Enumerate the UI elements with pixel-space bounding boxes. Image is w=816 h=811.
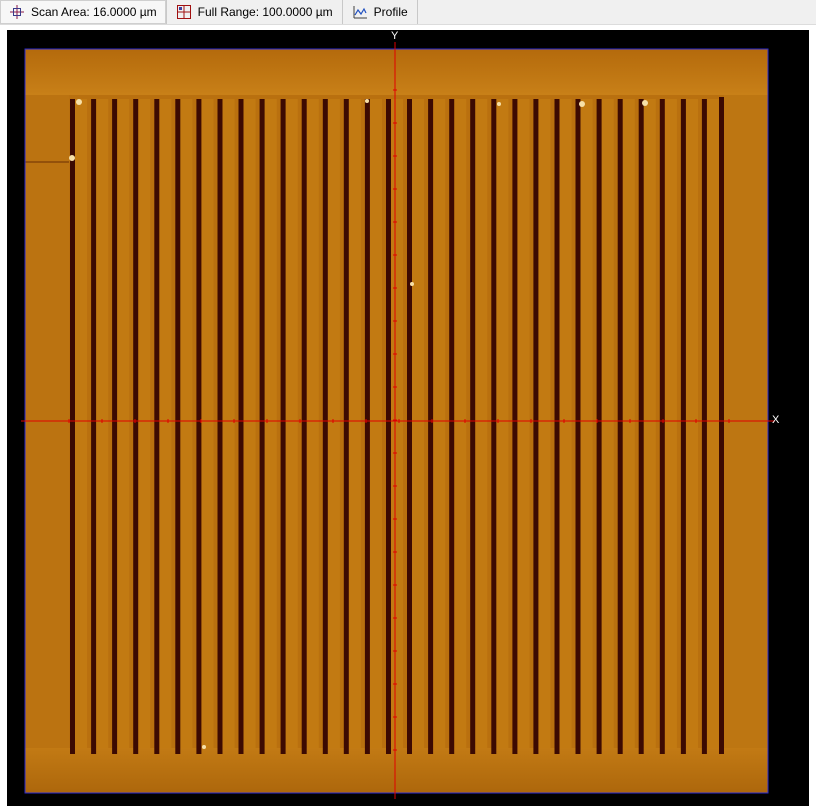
stripe-plateau: [369, 99, 382, 748]
stripe-plateau: [517, 99, 530, 748]
trench: [133, 99, 139, 754]
trench: [575, 99, 581, 754]
debris-spot: [579, 101, 585, 107]
stripe-plateau: [285, 99, 298, 748]
stripe-plateau: [327, 99, 340, 748]
trench: [238, 99, 244, 754]
trench: [659, 99, 665, 754]
trench: [596, 99, 602, 754]
trench: [280, 99, 286, 754]
stripe-plateau: [96, 99, 109, 748]
stripe-plateau: [538, 99, 551, 748]
tab-full-range-label: Full Range: 100.0000 µm: [197, 5, 333, 19]
stripe-plateau: [433, 99, 446, 748]
trench: [343, 99, 349, 754]
grid-icon: [176, 4, 192, 20]
trench: [217, 99, 223, 754]
stripe-plateau: [454, 99, 467, 748]
stripe-plateau: [306, 99, 319, 748]
stripe-plateau: [391, 99, 404, 748]
crosshair-icon: [9, 4, 25, 20]
trench: [70, 99, 75, 754]
x-axis-label: X: [772, 414, 780, 426]
debris-spot: [497, 102, 501, 106]
stripe-plateau: [348, 99, 361, 748]
stripe-plateau: [601, 99, 614, 748]
debris-spot: [410, 282, 414, 286]
trench: [91, 99, 97, 754]
stripe-plateau: [138, 99, 151, 748]
stripe-plateau: [685, 99, 698, 748]
scan-viewer: Y X: [0, 25, 816, 811]
stripe-plateau: [475, 99, 488, 748]
stripe-array: [70, 97, 724, 754]
tab-scan-area[interactable]: Scan Area: 16.0000 µm: [0, 0, 167, 24]
trench: [554, 99, 560, 754]
top-band: [25, 49, 768, 95]
stripe-plateau: [412, 99, 425, 748]
debris-spot: [76, 99, 82, 105]
stripe-plateau: [222, 99, 235, 748]
trench: [680, 99, 686, 754]
debris-spot: [642, 100, 648, 106]
afm-scan-image[interactable]: [7, 30, 809, 806]
trench: [154, 99, 160, 754]
trench: [196, 99, 202, 754]
stripe-plateau: [580, 99, 593, 748]
trench: [428, 99, 434, 754]
trench: [322, 99, 328, 754]
stripe-plateau: [180, 99, 193, 748]
stripe-plateau: [622, 99, 635, 748]
y-axis-label: Y: [391, 30, 399, 42]
stripe-plateau: [201, 99, 214, 748]
trench: [449, 99, 455, 754]
stripe-plateau: [664, 99, 677, 748]
trench: [491, 99, 497, 754]
trench: [701, 99, 707, 754]
tab-profile[interactable]: Profile: [343, 0, 418, 24]
trench: [617, 99, 623, 754]
trench: [112, 99, 118, 754]
stripe-plateau: [706, 99, 719, 748]
debris-spot: [365, 99, 369, 103]
trench: [364, 99, 370, 754]
scan-pane[interactable]: Y X: [7, 30, 809, 806]
trench: [259, 99, 265, 754]
stripe-plateau: [117, 99, 130, 748]
stripe-plateau: [643, 99, 656, 748]
bottom-band: [25, 748, 768, 793]
tab-full-range[interactable]: Full Range: 100.0000 µm: [167, 0, 343, 24]
trench: [175, 99, 181, 754]
debris-spot: [202, 745, 206, 749]
trench: [512, 99, 518, 754]
view-toolbar: Scan Area: 16.0000 µm Full Range: 100.00…: [0, 0, 816, 25]
stripe-plateau: [75, 99, 88, 748]
trench: [301, 99, 307, 754]
stripe-plateau: [496, 99, 509, 748]
stripe-plateau: [243, 99, 256, 748]
profile-chart-icon: [352, 4, 368, 20]
debris-spot: [69, 155, 75, 161]
trench: [719, 97, 724, 754]
tab-scan-area-label: Scan Area: 16.0000 µm: [31, 5, 157, 19]
stripe-plateau: [159, 99, 172, 748]
tab-profile-label: Profile: [373, 5, 408, 19]
trench: [470, 99, 476, 754]
trench: [407, 99, 412, 754]
stripe-plateau: [559, 99, 572, 748]
trench: [386, 99, 391, 754]
stripe-plateau: [264, 99, 277, 748]
trench: [533, 99, 539, 754]
trench: [638, 99, 644, 754]
